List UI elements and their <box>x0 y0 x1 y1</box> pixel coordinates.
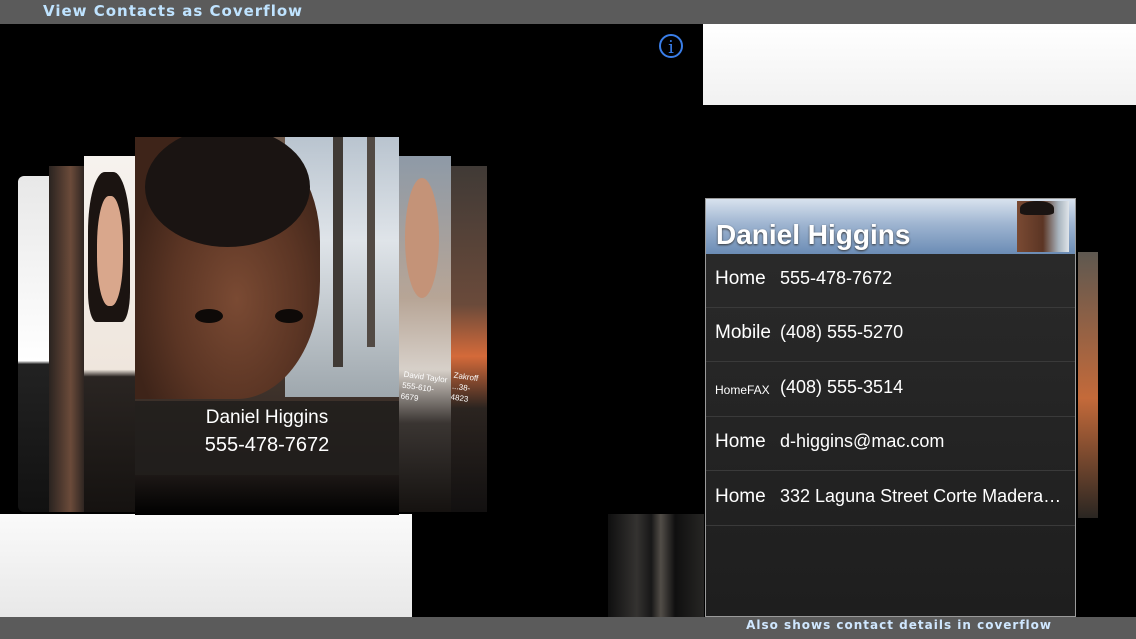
contact-detail-row[interactable]: Home 332 Laguna Street Corte Madera CA <box>706 472 1075 526</box>
top-caption-bar: View Contacts as Coverflow <box>0 0 1136 24</box>
coverflow-contact-name: Daniel Higgins <box>205 407 329 428</box>
contact-field-value: 555-478-7672 <box>780 268 893 288</box>
photo-tree <box>367 137 375 347</box>
contact-field-label: Mobile <box>715 322 771 343</box>
contact-detail-row[interactable]: Mobile (408) 555-5270 <box>706 308 1075 362</box>
contact-photo-hair <box>1020 201 1054 215</box>
coverflow-card[interactable]: David Taylor 555-610-6679 <box>399 156 451 512</box>
contact-field-value: (408) 555-5270 <box>780 322 904 342</box>
coverflow-card[interactable] <box>49 166 85 512</box>
background-panel-bottom <box>0 514 412 617</box>
contact-detail-row[interactable]: Home d-higgins@mac.com <box>706 417 1075 471</box>
photo-tree <box>333 137 343 367</box>
coverflow-card-phone: ...38-4823 <box>451 381 471 404</box>
bottom-caption: Also shows contact details in coverflow <box>746 618 1052 632</box>
contact-detail-row[interactable]: HomeFAX (408) 555-3514 <box>706 363 1075 417</box>
avatar <box>1017 201 1069 252</box>
coverflow-contact-phone: 555-478-7672 <box>204 434 330 456</box>
contact-detail-header: Daniel Higgins <box>706 199 1075 254</box>
coverflow-card-label: David Taylor 555-610-6679 <box>400 369 451 408</box>
contact-photo-eye <box>275 309 303 323</box>
coverflow-card-label: Zakroff ...38-4823 <box>451 370 487 408</box>
coverflow-card[interactable]: Zakroff ...38-4823 <box>451 166 487 512</box>
contact-field-value: 332 Laguna Street Corte Madera CA <box>780 486 1066 506</box>
background-panel-top <box>703 24 1136 105</box>
coverflow-card-edge <box>1078 252 1098 518</box>
contact-photo-face <box>405 178 439 298</box>
contact-detail-name: Daniel Higgins <box>716 219 911 250</box>
bottom-caption-bar: Also shows contact details in coverflow <box>0 617 1136 639</box>
coverflow-selected-card[interactable]: Daniel Higgins 555-478-7672 <box>135 137 399 475</box>
contact-field-label: HomeFAX <box>715 383 770 397</box>
info-icon[interactable]: i <box>659 34 683 58</box>
contact-field-label: Home <box>715 268 766 289</box>
contact-field-value: d-higgins@mac.com <box>780 431 945 451</box>
contact-detail-row[interactable]: Home 555-478-7672 <box>706 254 1075 308</box>
contact-detail-card: Daniel Higgins Home 555-478-7672 Mobile … <box>705 198 1076 617</box>
top-caption: View Contacts as Coverflow <box>43 2 304 20</box>
contact-photo-face <box>97 196 123 306</box>
contact-field-value: (408) 555-3514 <box>780 377 904 397</box>
contact-photo-eye <box>195 309 223 323</box>
contact-field-label: Home <box>715 486 766 507</box>
background-coverflow-cards <box>608 514 704 617</box>
card-reflection <box>135 475 399 515</box>
coverflow-card-phone: 555-610-6679 <box>400 380 435 403</box>
contact-field-label: Home <box>715 431 766 452</box>
coverflow-card[interactable] <box>84 156 136 512</box>
coverflow-card[interactable] <box>18 176 50 512</box>
